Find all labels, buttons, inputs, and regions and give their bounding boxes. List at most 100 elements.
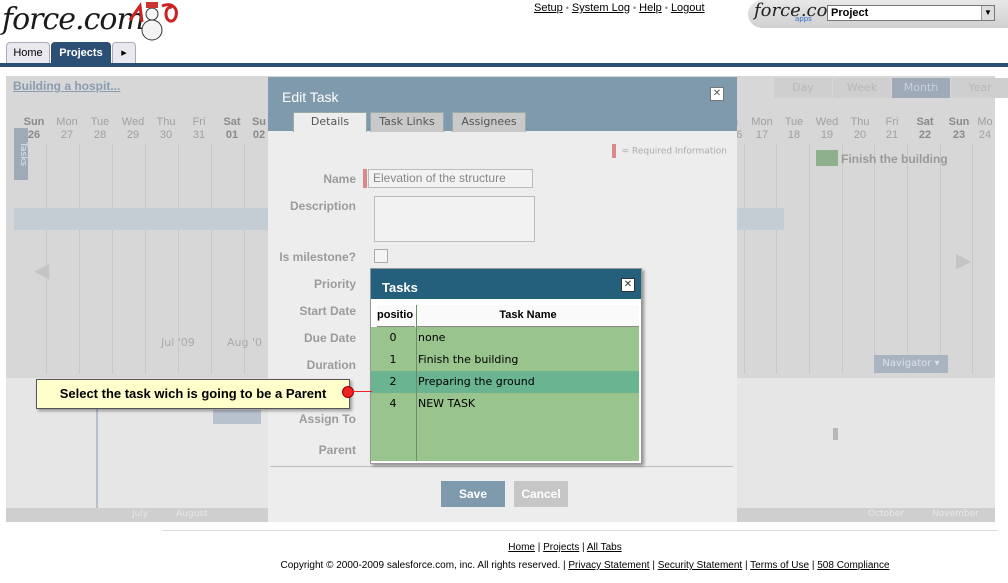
terms-of-use-link[interactable]: Terms of Use: [750, 560, 809, 571]
duration-label: Duration: [306, 358, 356, 372]
tab-home[interactable]: Home: [6, 42, 50, 63]
callout-pointer-line: [352, 391, 372, 392]
tasks-picker-title: Tasks: [382, 280, 418, 295]
508-compliance-link[interactable]: 508 Compliance: [817, 560, 889, 571]
priority-label: Priority: [313, 277, 356, 291]
task-row[interactable]: 1 Finish the building: [371, 349, 639, 371]
task-row[interactable]: 0 none: [371, 327, 639, 349]
project-title-link[interactable]: Building a hospit...: [13, 79, 120, 93]
close-icon[interactable]: ✕: [621, 278, 635, 292]
day-header: Tue 18: [784, 116, 804, 141]
day-header: Mo 24: [977, 116, 993, 141]
tab-details[interactable]: Details: [293, 112, 367, 132]
system-log-link[interactable]: System Log: [572, 2, 630, 14]
task-row[interactable]: [371, 415, 639, 437]
cancel-button[interactable]: Cancel: [514, 481, 568, 507]
view-week-button[interactable]: Week: [833, 78, 891, 98]
task-row-selected[interactable]: 2 Preparing the ground: [371, 371, 639, 393]
description-label: Description: [289, 199, 356, 213]
close-icon[interactable]: ✕: [710, 87, 724, 101]
setup-link[interactable]: Setup: [534, 2, 563, 14]
task-name: NEW TASK: [418, 397, 476, 410]
month-label: Jul '09: [161, 336, 195, 349]
logout-link[interactable]: Logout: [671, 2, 705, 14]
footer-projects-link[interactable]: Projects: [543, 542, 579, 553]
navigator-bar: [213, 410, 261, 424]
task-position: 4: [389, 397, 397, 410]
day-header: Wed 29: [121, 116, 145, 141]
arrow-right-icon[interactable]: ▶: [956, 248, 971, 272]
month-label: Aug '0: [227, 336, 262, 349]
required-marker: [611, 144, 616, 158]
due-date-label: Due Date: [303, 331, 356, 345]
help-link[interactable]: Help: [639, 2, 662, 14]
day-header: Sat 22: [916, 116, 934, 141]
required-info-note: = Required Information: [611, 144, 727, 158]
app-header: force.com Setup • System Log • Help • Logout f…: [0, 0, 1008, 70]
column-header-position[interactable]: positio: [377, 305, 415, 327]
task-name: Finish the building: [418, 353, 519, 366]
tutorial-callout: Select the task wich is going to be a Pa…: [36, 379, 350, 409]
is-milestone-checkbox[interactable]: [374, 249, 388, 263]
task-name: none: [418, 331, 446, 344]
day-header: Mon 27: [56, 116, 78, 141]
footer-links: Home | Projects | All Tabs: [508, 542, 622, 553]
header-divider-bar: [0, 63, 1008, 67]
edit-task-header: Edit Task ✕ Details Task Links Assignees: [268, 77, 737, 132]
callout-pointer-dot: [342, 386, 354, 398]
arrow-left-icon[interactable]: ◀: [34, 258, 49, 282]
day-header: Fri 31: [192, 116, 206, 141]
day-header: Thu 30: [156, 116, 176, 141]
tasks-list: 0 none 1 Finish the building 2 Preparing th…: [371, 327, 639, 461]
view-month-button[interactable]: Month: [892, 78, 950, 98]
privacy-statement-link[interactable]: Privacy Statement: [568, 560, 649, 571]
description-field[interactable]: [374, 196, 535, 242]
chevron-down-icon: ▼: [981, 6, 994, 20]
day-header: Sun 23: [948, 116, 970, 141]
app-selector-value: Project: [831, 7, 869, 19]
start-date-label: Start Date: [299, 304, 356, 318]
tab-more-arrow[interactable]: ▸: [112, 42, 136, 63]
footer-copyright: Copyright © 2000-2009 salesforce.com, in…: [280, 560, 890, 571]
tab-assignees[interactable]: Assignees: [452, 112, 526, 132]
save-button[interactable]: Save: [441, 481, 505, 507]
axis-label: August: [176, 509, 208, 519]
footer-divider: [162, 530, 998, 531]
task-position: 2: [389, 375, 397, 388]
security-statement-link[interactable]: Security Statement: [658, 560, 742, 571]
app-selector[interactable]: Project ▼: [827, 5, 995, 21]
navigator-button[interactable]: Navigator ▾: [874, 355, 948, 373]
milestone-flag-icon: [816, 150, 838, 166]
tab-task-links[interactable]: Task Links: [370, 112, 444, 132]
view-year-button[interactable]: Year: [951, 78, 1008, 98]
day-header: Fri 21: [885, 116, 899, 141]
task-position: 0: [389, 331, 397, 344]
day-header: Mon 17: [751, 116, 773, 141]
axis-label: November: [932, 509, 979, 519]
tasks-picker-header: Tasks ✕: [371, 269, 641, 299]
day-header: Wed 19: [815, 116, 839, 141]
copyright-text: Copyright © 2000-2009 salesforce.com, in…: [280, 560, 561, 571]
edit-task-title: Edit Task: [282, 89, 339, 105]
force-com-logo[interactable]: force.com: [2, 2, 145, 37]
assign-to-label: Assign To: [298, 412, 356, 426]
name-field[interactable]: Elevation of the structure: [363, 169, 533, 188]
axis-label: October: [868, 509, 905, 519]
apps-logo-sub: apps: [795, 15, 812, 23]
is-milestone-label: Is milestone?: [279, 250, 356, 264]
task-row[interactable]: [371, 437, 639, 459]
milestone-label: Finish the building: [841, 152, 948, 166]
view-day-button[interactable]: Day: [774, 78, 832, 98]
task-row[interactable]: 4 NEW TASK: [371, 393, 639, 415]
tasks-side-tab[interactable]: Tasks: [14, 128, 28, 180]
navigator-handle[interactable]: [833, 428, 838, 440]
day-header: Sat 01: [223, 116, 241, 141]
tab-projects[interactable]: Projects: [51, 42, 111, 63]
dialog-divider: [270, 466, 733, 467]
column-header-task-name[interactable]: Task Name: [417, 305, 639, 327]
footer-all-tabs-link[interactable]: All Tabs: [587, 542, 622, 553]
task-name: Preparing the ground: [418, 375, 535, 388]
footer-home-link[interactable]: Home: [508, 542, 535, 553]
column-divider: [416, 305, 417, 461]
tasks-picker-popup: Tasks ✕ positio Task Name 0 none 1 Finish …: [370, 268, 642, 464]
